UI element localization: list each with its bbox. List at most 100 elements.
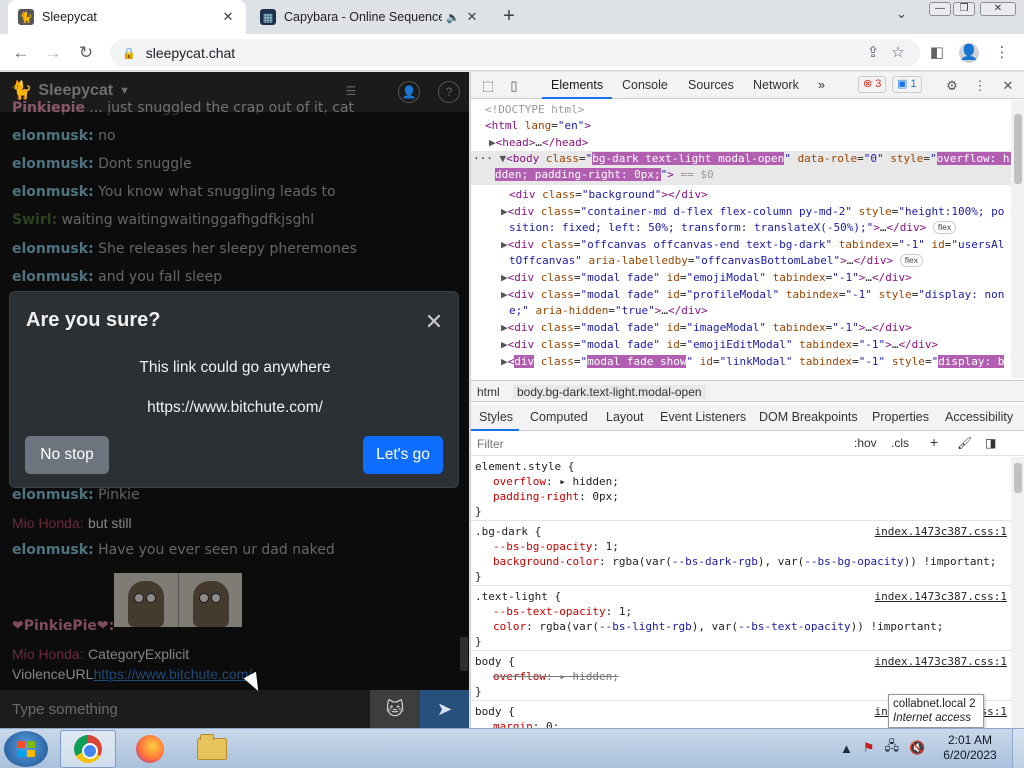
close-devtools-icon[interactable]: ✕ — [999, 77, 1017, 95]
share-icon[interactable]: ⇪ — [863, 43, 883, 63]
rule-property[interactable]: color: rgba(var(--bs-light-rgb), var(--b… — [493, 619, 943, 634]
show-desktop-button[interactable] — [1012, 729, 1024, 768]
close-tab-icon[interactable]: ✕ — [220, 9, 236, 25]
cat-emoji-button[interactable]: 🐱 — [370, 690, 420, 728]
dom-line[interactable]: <div class="background"></div> — [509, 187, 708, 204]
source-link[interactable]: index.1473c387.css:1 — [875, 589, 1007, 604]
breadcrumb-body[interactable]: body.bg-dark.text-light.modal-open — [513, 385, 706, 399]
brand[interactable]: 🐈 Sleepycat ▼ — [10, 80, 130, 101]
settings-gear-icon[interactable]: ⚙ — [943, 77, 961, 95]
source-link[interactable]: index.1473c387.css:1 — [875, 654, 1007, 669]
dom-line[interactable]: ▶<div class="modal fade" id="emojiEditMo… — [501, 337, 938, 354]
taskbar-firefox[interactable] — [122, 730, 178, 768]
help-icon[interactable]: ? — [438, 81, 460, 103]
rule-selector[interactable]: body {index.1473c387.css:1 — [475, 654, 1007, 669]
chat-input[interactable] — [0, 690, 370, 728]
volume-muted-icon[interactable]: 🔇 — [909, 740, 925, 756]
tab-network[interactable]: Network — [753, 78, 799, 92]
dom-line[interactable]: ▶<div class="container-md d-flex flex-co… — [501, 204, 1004, 221]
address-bar[interactable]: 🔒 sleepycat.chat — [110, 39, 920, 67]
rule-selector[interactable]: .text-light {index.1473c387.css:1 — [475, 589, 1007, 604]
taskbar-explorer[interactable] — [184, 730, 240, 768]
breadcrumb-html[interactable]: html — [477, 385, 500, 399]
dom-tree-scrollbar[interactable] — [1011, 100, 1024, 378]
more-tabs-button[interactable]: » — [818, 78, 825, 92]
start-button[interactable] — [4, 731, 48, 767]
tab-properties[interactable]: Properties — [872, 410, 929, 424]
send-button[interactable]: ➤ — [420, 690, 469, 728]
menu-kebab-icon[interactable]: ⋮ — [992, 43, 1012, 63]
new-rule-button[interactable]: + — [930, 434, 938, 450]
modal-url: https://www.bitchute.com/ — [147, 399, 323, 416]
active-tab-indicator — [471, 429, 519, 431]
tab-accessibility[interactable]: Accessibility — [945, 410, 1013, 424]
rule-property[interactable]: --bs-text-opacity: 1; — [493, 604, 632, 619]
forward-icon[interactable]: → — [42, 42, 64, 64]
rule-property[interactable]: margin: 0; — [493, 719, 559, 728]
tab-event-listeners[interactable]: Event Listeners — [660, 410, 746, 424]
device-toolbar-icon[interactable]: ▯ — [505, 77, 523, 95]
restore-button[interactable]: ❐ — [953, 2, 975, 16]
dom-line[interactable]: ▶<div class="modal fade show" id="linkMo… — [501, 354, 1005, 371]
bookmark-star-icon[interactable]: ☆ — [888, 43, 908, 63]
dom-line[interactable]: ▶<div class="modal fade" id="profileModa… — [501, 287, 1004, 304]
network-icon[interactable]: 🖧 — [885, 737, 900, 759]
toggle-sidebar-icon[interactable]: ◨ — [985, 436, 996, 450]
tab-sleepycat[interactable]: 🐈 Sleepycat ✕ — [8, 0, 246, 34]
error-badge[interactable]: ⊗ 3 — [858, 76, 887, 93]
close-tab-icon[interactable]: ✕ — [464, 9, 480, 25]
show-hidden-icons-icon[interactable]: ▲ — [840, 741, 853, 756]
rule-selector[interactable]: .bg-dark {index.1473c387.css:1 — [475, 524, 1007, 539]
tab-search-chevron-icon[interactable]: ⌄ — [896, 6, 907, 22]
dom-line-selected[interactable]: ··· ▼<body class="bg-dark text-light mod… — [471, 151, 1011, 185]
close-window-button[interactable]: ✕ — [980, 2, 1016, 16]
tab-capybara[interactable]: ▦ Capybara - Online Sequence 🔈 ✕ — [250, 0, 490, 34]
clock[interactable]: 2:01 AM 6/20/2023 — [934, 733, 1006, 763]
speaker-icon[interactable]: 🔈 — [446, 11, 460, 24]
lock-icon[interactable]: 🔒 — [122, 47, 136, 60]
tab-computed[interactable]: Computed — [530, 410, 588, 424]
rule-property[interactable]: overflow: ▸ hidden; — [493, 474, 619, 489]
side-panel-icon[interactable]: ◧ — [927, 43, 947, 63]
inspect-element-icon[interactable]: ⬚ — [479, 77, 497, 95]
confirm-button[interactable]: Let's go — [363, 436, 443, 474]
tab-elements[interactable]: Elements — [551, 78, 603, 92]
dom-line[interactable]: ▶<head>…</head> — [489, 135, 588, 152]
rule-selector[interactable]: element.style { — [475, 459, 574, 474]
new-tab-button[interactable]: + — [498, 5, 520, 27]
folder-icon — [197, 734, 227, 760]
close-icon[interactable]: ✕ — [422, 310, 446, 334]
dom-line[interactable]: <html lang="en"> — [485, 118, 591, 135]
dom-line[interactable]: ▶<div class="modal fade" id="imageModal"… — [501, 320, 912, 337]
firefox-icon — [136, 735, 164, 763]
hover-state-button[interactable]: :hov — [854, 436, 877, 450]
dom-line[interactable]: <!DOCTYPE html> — [485, 102, 584, 119]
tab-sources[interactable]: Sources — [688, 78, 734, 92]
cancel-button[interactable]: No stop — [25, 436, 109, 474]
dom-line[interactable]: ▶<div class="modal fade" id="emojiModal"… — [501, 270, 912, 287]
dom-line[interactable]: ▶<div class="offcanvas offcanvas-end tex… — [501, 237, 1004, 254]
tab-dom-breakpoints[interactable]: DOM Breakpoints — [759, 410, 858, 424]
message-badge[interactable]: ▣ 1 — [892, 76, 922, 93]
tab-styles[interactable]: Styles — [479, 410, 513, 424]
tab-console[interactable]: Console — [622, 78, 668, 92]
back-icon[interactable]: ← — [10, 42, 32, 64]
kebab-menu-icon[interactable]: ⋮ — [971, 77, 989, 95]
minimize-button[interactable]: — — [929, 2, 951, 16]
rule-property-overridden[interactable]: overflow: ▸ hidden; — [493, 669, 619, 684]
filter-input[interactable] — [477, 435, 837, 453]
rule-property[interactable]: background-color: rgba(var(--bs-dark-rgb… — [493, 554, 996, 569]
rule-property[interactable]: padding-right: 0px; — [493, 489, 619, 504]
paint-brush-icon[interactable]: 🖌 — [957, 436, 972, 450]
source-link[interactable]: index.1473c387.css:1 — [875, 524, 1007, 539]
action-center-icon[interactable]: ⚑ — [863, 740, 875, 756]
profile-icon[interactable]: 👤 — [959, 43, 979, 63]
reload-icon[interactable]: ↻ — [75, 42, 97, 64]
rule-property[interactable]: --bs-bg-opacity: 1; — [493, 539, 619, 554]
class-toggle-button[interactable]: .cls — [891, 436, 909, 450]
taskbar-chrome[interactable] — [60, 730, 116, 768]
tab-layout[interactable]: Layout — [606, 410, 644, 424]
rule-close: } — [475, 635, 482, 648]
account-icon[interactable]: 👤 — [398, 81, 420, 103]
styles-scrollbar[interactable] — [1011, 457, 1024, 728]
